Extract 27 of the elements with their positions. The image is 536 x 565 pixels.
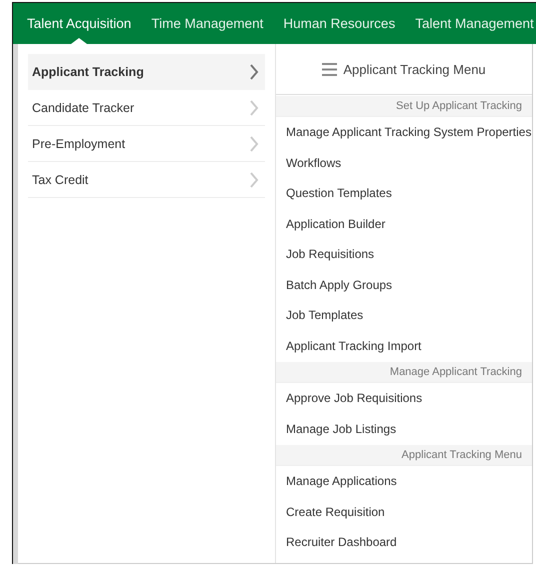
menu-link[interactable]: Workflows [276,148,532,178]
section-heading: Manage Applicant Tracking [276,362,532,383]
menu-title: Applicant Tracking Menu [343,62,486,76]
menu-link[interactable]: Create Requisition [276,496,532,527]
menu-link[interactable]: Application Builder [276,208,532,239]
menu-icon [322,62,338,76]
nav-tab[interactable]: Talent Acquisition [27,3,132,44]
menu-link[interactable]: Job Requisitions [276,239,532,270]
menu-link[interactable]: Recruiter Dashboard [276,527,532,558]
chevron-right-icon [249,100,259,116]
section-heading: Set Up Applicant Tracking [276,96,532,117]
menu-link[interactable]: Manage Job Listings [276,414,532,444]
section-heading: Applicant Tracking Menu [276,445,532,466]
menu-link[interactable]: Approve Job Requisitions [276,383,532,414]
nav-tab[interactable]: Talent Management [415,3,534,44]
submenu-item[interactable]: Applicant Tracking [28,54,265,90]
chevron-right-icon [249,172,259,188]
menu-link[interactable]: Manage Applications [276,466,532,496]
chevron-right-icon [249,64,259,80]
menu-link[interactable]: Applicant Tracking Import [276,330,532,361]
chevron-right-icon [249,136,259,152]
nav-tab[interactable]: Human Resources [283,3,396,44]
menu-link[interactable]: Question Templates [276,178,532,208]
menu-link[interactable]: Manage Applicant Tracking System Properties [276,117,532,148]
menu-link[interactable]: Job Templates [276,300,532,330]
nav-tab[interactable]: Time Management [151,3,264,44]
menu-link[interactable]: Batch Apply Groups [276,270,532,300]
